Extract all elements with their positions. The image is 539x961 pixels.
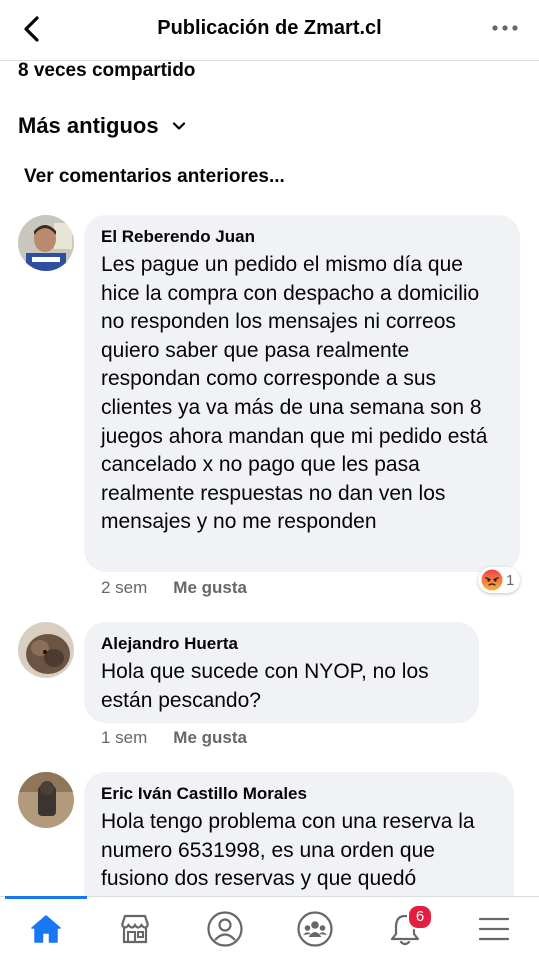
marketplace-icon: [120, 914, 150, 944]
comment-text: Hola tengo problema con una reserva la n…: [101, 810, 475, 891]
sort-label: Más antiguos: [18, 113, 159, 138]
tab-home[interactable]: [24, 907, 68, 951]
notification-badge: 6: [407, 904, 433, 930]
top-app-bar: Publicación de Zmart.cl: [0, 0, 539, 61]
avatar[interactable]: [18, 772, 74, 828]
angry-face-icon: [481, 569, 503, 591]
menu-icon: [478, 917, 510, 941]
reaction-summary[interactable]: 1: [478, 567, 521, 593]
chevron-down-icon: [172, 122, 185, 130]
active-tab-indicator: [5, 896, 87, 899]
comment-author[interactable]: El Reberendo Juan: [101, 227, 502, 247]
groups-icon: [297, 911, 333, 947]
tab-groups[interactable]: [293, 907, 337, 951]
ellipsis-icon: [492, 25, 518, 31]
tab-menu[interactable]: [472, 907, 516, 951]
avatar[interactable]: [18, 622, 74, 678]
comment-meta: 2 sem Me gusta: [101, 578, 247, 598]
avatar[interactable]: [18, 215, 74, 271]
like-button[interactable]: Me gusta: [173, 578, 247, 598]
comment-meta: 1 sem Me gusta: [101, 728, 247, 748]
bottom-tab-bar: 6: [0, 896, 539, 961]
reaction-count: 1: [506, 571, 515, 589]
comment-text: Hola que sucede con NYOP, no los están p…: [101, 660, 429, 712]
comment-bubble[interactable]: El Reberendo Juan Les pague un pedido el…: [84, 215, 520, 572]
comment-text: Les pague un pedido el mismo día que hic…: [101, 253, 488, 534]
comment-sort-dropdown[interactable]: Más antiguos: [18, 113, 187, 139]
comment-author[interactable]: Eric Iván Castillo Morales: [101, 784, 496, 804]
comment-bubble[interactable]: Alejandro Huerta Hola que sucede con NYO…: [84, 622, 479, 723]
comment-author[interactable]: Alejandro Huerta: [101, 634, 461, 654]
like-button[interactable]: Me gusta: [173, 728, 247, 748]
tab-profile[interactable]: [203, 907, 247, 951]
home-icon: [31, 915, 61, 943]
profile-icon: [207, 911, 243, 947]
more-options-button[interactable]: [491, 16, 519, 40]
page-title: Publicación de Zmart.cl: [157, 17, 382, 39]
share-count[interactable]: 8 veces compartido: [18, 60, 195, 82]
tab-notifications[interactable]: 6: [383, 904, 433, 951]
tab-marketplace[interactable]: [113, 907, 157, 951]
comment-time[interactable]: 2 sem: [101, 578, 147, 598]
view-previous-comments-link[interactable]: Ver comentarios anteriores...: [24, 166, 285, 188]
comment-time[interactable]: 1 sem: [101, 728, 147, 748]
